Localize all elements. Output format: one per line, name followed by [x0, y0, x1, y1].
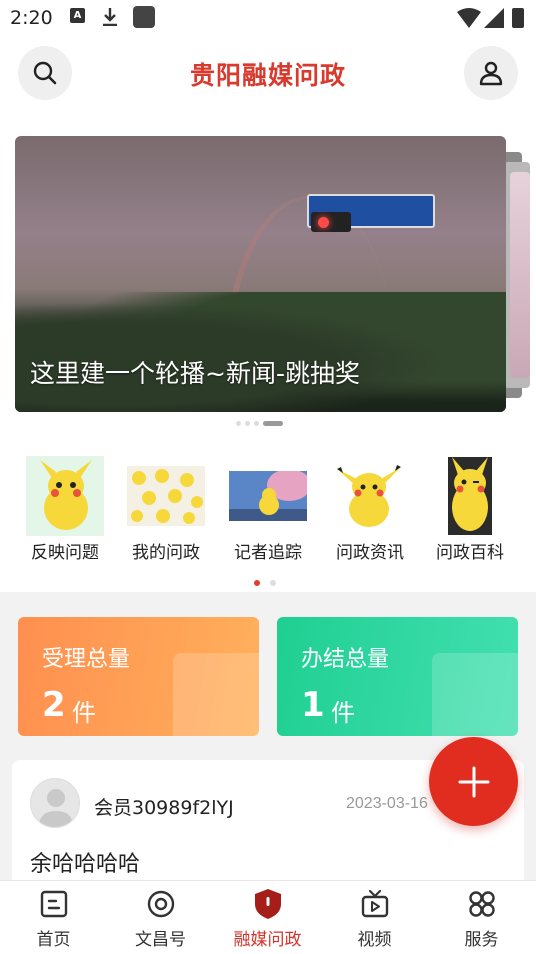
app-header: 贵阳融媒问政 [0, 36, 536, 124]
nav-item-home[interactable]: 首页 [0, 887, 107, 950]
quick-menu-item-reporter-tracking[interactable]: 记者追踪 [218, 456, 318, 563]
quick-menu-indicator [254, 580, 276, 586]
profile-button[interactable] [464, 46, 518, 100]
nav-label: 文昌号 [135, 930, 186, 950]
banner-indicator [236, 421, 283, 426]
app-notification-icon [133, 6, 155, 28]
stat-title: 办结总量 [301, 647, 390, 672]
indicator-dot [245, 421, 250, 426]
plus-icon [458, 766, 489, 797]
quick-menu-item-report[interactable]: 反映问题 [15, 456, 115, 563]
shield-icon [251, 887, 285, 921]
pikachu-wink-icon [431, 456, 509, 536]
quick-menu-label: 问政百科 [436, 543, 504, 563]
user-icon [479, 61, 503, 86]
stat-unit: 件 [331, 699, 355, 727]
download-icon [103, 8, 117, 26]
signal-icon [484, 8, 504, 28]
app-title: 贵阳融媒问政 [189, 61, 346, 90]
nav-label: 首页 [36, 930, 71, 950]
carousel-next-card [510, 172, 530, 378]
quick-menu: 反映问题 我的问政 记者追踪 问政资讯 问政百科 [0, 440, 536, 592]
indicator-dot [270, 580, 276, 586]
post-username: 会员30989f2lYJ [94, 797, 234, 819]
banner-carousel: 这里建一个轮播~新闻-跳抽奖 [0, 124, 536, 440]
nav-item-services[interactable]: 服务 [428, 887, 535, 950]
nav-item-inquiry[interactable]: 融媒问政 [214, 887, 321, 950]
pikachu-scene-icon [229, 456, 307, 536]
add-post-button[interactable] [429, 737, 518, 826]
traffic-light-red [318, 217, 329, 228]
avatar [30, 778, 80, 828]
stat-unit: 件 [72, 699, 96, 727]
stat-value: 1 [301, 685, 325, 725]
accepted-total-card[interactable]: 受理总量 2 件 [18, 617, 259, 736]
banner-slide[interactable]: 这里建一个轮播~新闻-跳抽奖 [15, 136, 506, 412]
traffic-light-image [311, 212, 351, 232]
quick-menu-label: 问政资讯 [336, 543, 404, 563]
quick-menu-item-my-inquiries[interactable]: 我的问政 [116, 456, 216, 563]
folder-check-icon [432, 653, 518, 736]
nav-label: 服务 [464, 930, 499, 950]
indicator-dot [236, 421, 241, 426]
stat-title: 受理总量 [42, 647, 131, 672]
indicator-dot [254, 421, 259, 426]
quick-menu-item-encyclopedia[interactable]: 问政百科 [420, 456, 520, 563]
services-icon [465, 887, 499, 921]
pikachu-icon [331, 456, 409, 536]
stat-value: 2 [42, 685, 66, 725]
nav-label: 视频 [357, 930, 392, 950]
indicator-dot-active [263, 421, 283, 426]
home-icon [37, 887, 71, 921]
post-date: 2023-03-16 [346, 795, 428, 812]
pikachu-icon [26, 456, 104, 536]
wifi-icon [457, 8, 481, 28]
tv-icon [358, 887, 392, 921]
nav-item-video[interactable]: 视频 [321, 887, 428, 950]
pikachu-pattern-icon [127, 456, 205, 536]
battery-icon [512, 8, 524, 28]
nav-item-wenchang[interactable]: 文昌号 [107, 887, 214, 950]
indicator-dot-active [254, 580, 260, 586]
trees-image [15, 292, 506, 412]
keyboard-notification-icon: A [70, 8, 85, 23]
quick-menu-label: 记者追踪 [234, 543, 302, 563]
banner-caption: 这里建一个轮播~新闻-跳抽奖 [30, 359, 360, 388]
document-icon [173, 653, 259, 736]
target-icon [144, 887, 178, 921]
post-text: 余哈哈哈哈 [30, 852, 141, 877]
quick-menu-label: 反映问题 [31, 543, 99, 563]
quick-menu-label: 我的问政 [132, 543, 200, 563]
quick-menu-item-news[interactable]: 问政资讯 [320, 456, 420, 563]
bottom-navigation: 首页 文昌号 融媒问政 视频 服务 [0, 880, 536, 954]
status-bar: 2:20 A [0, 0, 536, 36]
completed-total-card[interactable]: 办结总量 1 件 [277, 617, 518, 736]
status-time: 2:20 [10, 7, 53, 29]
nav-label: 融媒问政 [233, 930, 302, 950]
